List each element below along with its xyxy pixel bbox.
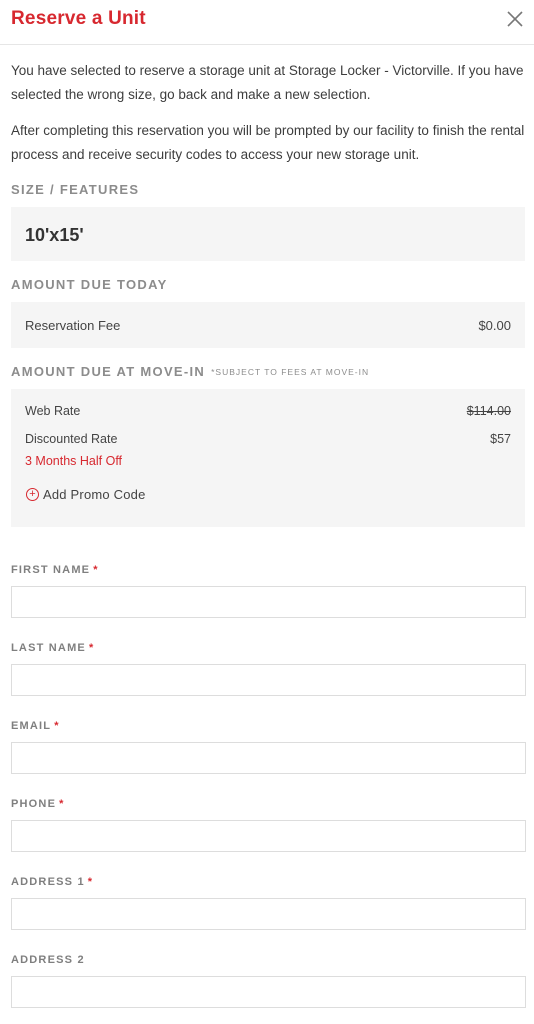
amount-due-today-label: AMOUNT DUE TODAY	[11, 277, 168, 292]
amount-due-move-in-label: AMOUNT DUE AT MOVE-IN *SUBJECT TO FEES AT…	[11, 364, 525, 379]
last-name-group: LAST NAME *	[11, 642, 526, 696]
address-2-label: ADDRESS 2	[11, 954, 85, 966]
required-marker: *	[59, 798, 65, 810]
intro-paragraph-selection: You have selected to reserve a storage u…	[11, 63, 524, 102]
required-marker: *	[93, 564, 99, 576]
address-1-input[interactable]	[11, 898, 526, 930]
address-1-group: ADDRESS 1 *	[11, 876, 526, 930]
email-input[interactable]	[11, 742, 526, 774]
last-name-label: LAST NAME	[11, 642, 86, 654]
modal-body: You have selected to reserve a storage u…	[0, 59, 534, 1008]
discounted-rate-row: Discounted Rate $57	[25, 432, 511, 454]
web-rate-value: $114.00	[466, 404, 511, 418]
phone-group: PHONE *	[11, 798, 526, 852]
intro-paragraph-rental-process: After completing this reservation you wi…	[11, 123, 525, 162]
web-rate-label: Web Rate	[25, 404, 81, 418]
close-icon[interactable]	[505, 9, 525, 29]
address-1-label: ADDRESS 1	[11, 876, 85, 888]
required-marker: *	[88, 642, 95, 654]
modal-title: Reserve a Unit	[11, 8, 146, 29]
discounted-rate-label: Discounted Rate	[25, 432, 118, 446]
amount-due-today-panel: Reservation Fee $0.00	[11, 302, 525, 348]
discounted-rate-value: $57	[490, 432, 511, 446]
reservation-fee-value: $0.00	[478, 317, 511, 333]
promotion-label: 3 Months Half Off	[25, 454, 123, 468]
phone-input[interactable]	[11, 820, 526, 852]
address-2-input[interactable]	[11, 976, 526, 1008]
first-name-group: FIRST NAME *	[11, 564, 526, 618]
plus-circle-icon: +	[26, 488, 39, 501]
address-2-group: ADDRESS 2	[11, 954, 526, 1008]
unit-size-panel: 10'x15'	[11, 207, 525, 261]
unit-size-value: 10'x15'	[25, 225, 84, 245]
size-features-label: SIZE / FEATURES	[11, 182, 140, 197]
last-name-input[interactable]	[11, 664, 526, 696]
web-rate-row: Web Rate $114.00	[25, 404, 511, 432]
add-promo-code-button[interactable]: + Add Promo Code	[25, 487, 146, 502]
phone-label: PHONE	[11, 798, 57, 810]
move-in-fees-note: *SUBJECT TO FEES AT MOVE-IN	[211, 367, 370, 377]
reservation-fee-label: Reservation Fee	[25, 317, 121, 333]
email-group: EMAIL *	[11, 720, 526, 774]
first-name-input[interactable]	[11, 586, 526, 618]
first-name-label: FIRST NAME	[11, 564, 91, 576]
required-marker: *	[54, 720, 60, 732]
add-promo-code-label: Add Promo Code	[43, 487, 146, 502]
required-marker: *	[87, 876, 94, 888]
email-label: EMAIL	[11, 720, 52, 732]
amount-due-move-in-title: AMOUNT DUE AT MOVE-IN	[11, 364, 206, 379]
modal-header: Reserve a Unit	[0, 0, 534, 45]
amount-due-move-in-panel: Web Rate $114.00 Discounted Rate $57 3 M…	[11, 389, 525, 527]
